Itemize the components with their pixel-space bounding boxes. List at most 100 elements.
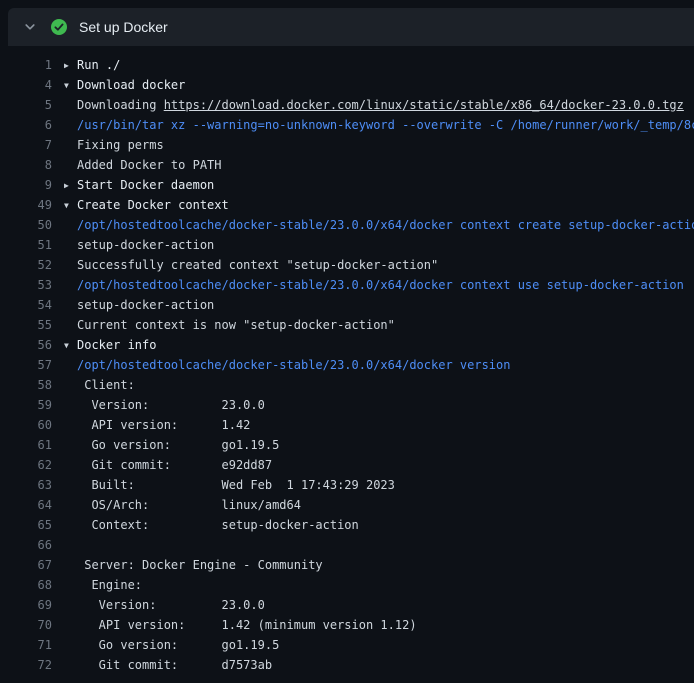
disclosure-triangle-icon: ▶ xyxy=(64,176,77,195)
line-number[interactable]: 69 xyxy=(0,595,52,615)
log-text-span: Git commit: d7573ab xyxy=(77,658,272,672)
log-text-span: Server: Docker Engine - Community xyxy=(77,558,323,572)
chevron-down-icon[interactable] xyxy=(24,21,36,33)
line-number[interactable]: 9 xyxy=(0,175,52,195)
log-text-span: Download docker xyxy=(77,78,185,92)
log-text-span: /usr/bin/tar xz --warning=no-unknown-key… xyxy=(77,118,694,132)
line-number[interactable]: 54 xyxy=(0,295,52,315)
line-number[interactable]: 66 xyxy=(0,535,52,555)
log-line: 64 OS/Arch: linux/amd64 xyxy=(0,495,694,515)
log-line: 56 ▼Docker info xyxy=(0,335,694,355)
line-number[interactable]: 7 xyxy=(0,135,52,155)
step-header[interactable]: Set up Docker xyxy=(8,8,694,46)
log-text: Version: 23.0.0 xyxy=(64,395,265,415)
log-group-header[interactable]: ▼Download docker xyxy=(64,75,185,95)
log-line: 54 setup-docker-action xyxy=(0,295,694,315)
log-text-span: /opt/hostedtoolcache/docker-stable/23.0.… xyxy=(77,278,684,292)
line-number[interactable]: 53 xyxy=(0,275,52,295)
log-text: setup-docker-action xyxy=(64,235,214,255)
log-text-span: Go version: go1.19.5 xyxy=(77,438,279,452)
log-text-span: Engine: xyxy=(77,578,142,592)
line-number[interactable]: 57 xyxy=(0,355,52,375)
log-line: 49 ▼Create Docker context xyxy=(0,195,694,215)
log-line: 53/opt/hostedtoolcache/docker-stable/23.… xyxy=(0,275,694,295)
line-number[interactable]: 50 xyxy=(0,215,52,235)
log-text-span: Version: 23.0.0 xyxy=(77,598,265,612)
line-number[interactable]: 70 xyxy=(0,615,52,635)
log-text-span: Built: Wed Feb 1 17:43:29 2023 xyxy=(77,478,395,492)
log-text-span: Git commit: e92dd87 xyxy=(77,458,272,472)
log-text: Server: Docker Engine - Community xyxy=(64,555,323,575)
line-number[interactable]: 67 xyxy=(0,555,52,575)
line-number[interactable]: 71 xyxy=(0,635,52,655)
line-number[interactable]: 68 xyxy=(0,575,52,595)
log-line: 70 API version: 1.42 (minimum version 1.… xyxy=(0,615,694,635)
line-number[interactable]: 56 xyxy=(0,335,52,355)
line-number[interactable]: 65 xyxy=(0,515,52,535)
log-text-span: OS/Arch: linux/amd64 xyxy=(77,498,301,512)
log-text-span: /opt/hostedtoolcache/docker-stable/23.0.… xyxy=(77,218,694,232)
line-number[interactable]: 64 xyxy=(0,495,52,515)
log-text-span: Fixing perms xyxy=(77,138,164,152)
log-group-header[interactable]: ▼Docker info xyxy=(64,335,156,355)
log-text-span: Go version: go1.19.5 xyxy=(77,638,279,652)
line-number[interactable]: 60 xyxy=(0,415,52,435)
log-text: Go version: go1.19.5 xyxy=(64,435,279,455)
log-text-span: Start Docker daemon xyxy=(77,178,214,192)
log-text: /opt/hostedtoolcache/docker-stable/23.0.… xyxy=(64,215,694,235)
log-group-header[interactable]: ▶Start Docker daemon xyxy=(64,175,214,195)
log-line: 52 Successfully created context "setup-do… xyxy=(0,255,694,275)
line-number[interactable]: 59 xyxy=(0,395,52,415)
log-text: Git commit: d7573ab xyxy=(64,655,272,675)
log-text: Git commit: e92dd87 xyxy=(64,455,272,475)
line-number[interactable]: 61 xyxy=(0,435,52,455)
log-group-header[interactable]: ▶Run ./ xyxy=(64,55,120,75)
line-number[interactable]: 63 xyxy=(0,475,52,495)
log-text: Version: 23.0.0 xyxy=(64,595,265,615)
line-number[interactable]: 49 xyxy=(0,195,52,215)
line-number[interactable]: 5 xyxy=(0,95,52,115)
log-text: setup-docker-action xyxy=(64,295,214,315)
log-text: Context: setup-docker-action xyxy=(64,515,359,535)
log-text-span: Added Docker to PATH xyxy=(77,158,222,172)
line-number[interactable]: 58 xyxy=(0,375,52,395)
line-number[interactable]: 1 xyxy=(0,55,52,75)
log-text-span: API version: 1.42 (minimum version 1.12) xyxy=(77,618,417,632)
log-text: Engine: xyxy=(64,575,142,595)
log-line: 50/opt/hostedtoolcache/docker-stable/23.… xyxy=(0,215,694,235)
log-line: 1 ▶Run ./ xyxy=(0,55,694,75)
log-text-span: /opt/hostedtoolcache/docker-stable/23.0.… xyxy=(77,358,510,372)
log-line: 60 API version: 1.42 xyxy=(0,415,694,435)
log-text-span: Docker info xyxy=(77,338,156,352)
line-number[interactable]: 8 xyxy=(0,155,52,175)
log-line: 67 Server: Docker Engine - Community xyxy=(0,555,694,575)
log-text-span: setup-docker-action xyxy=(77,298,214,312)
log-text-span: API version: 1.42 xyxy=(77,418,250,432)
line-number[interactable]: 55 xyxy=(0,315,52,335)
log-text: Current context is now "setup-docker-act… xyxy=(64,315,395,335)
log-link[interactable]: https://download.docker.com/linux/static… xyxy=(164,98,684,112)
log-line: 59 Version: 23.0.0 xyxy=(0,395,694,415)
line-number[interactable]: 4 xyxy=(0,75,52,95)
line-number[interactable]: 62 xyxy=(0,455,52,475)
log-line: 57/opt/hostedtoolcache/docker-stable/23.… xyxy=(0,355,694,375)
log-line: 5Downloading https://download.docker.com… xyxy=(0,95,694,115)
log-line: 6/usr/bin/tar xz --warning=no-unknown-ke… xyxy=(0,115,694,135)
log-text-span: Client: xyxy=(77,378,135,392)
log-line: 61 Go version: go1.19.5 xyxy=(0,435,694,455)
log-text: /opt/hostedtoolcache/docker-stable/23.0.… xyxy=(64,275,684,295)
log-text-span: setup-docker-action xyxy=(77,238,214,252)
log-text-span: Successfully created context "setup-dock… xyxy=(77,258,438,272)
log-group-header[interactable]: ▼Create Docker context xyxy=(64,195,229,215)
log-text: Go version: go1.19.5 xyxy=(64,635,279,655)
log-text-span: Version: 23.0.0 xyxy=(77,398,265,412)
log-text: OS/Arch: linux/amd64 xyxy=(64,495,301,515)
line-number[interactable]: 51 xyxy=(0,235,52,255)
line-number[interactable]: 72 xyxy=(0,655,52,675)
line-number[interactable]: 52 xyxy=(0,255,52,275)
line-number[interactable]: 6 xyxy=(0,115,52,135)
log-line: 69 Version: 23.0.0 xyxy=(0,595,694,615)
log-container[interactable]: 1 ▶Run ./ 4 ▼Download docker5Downloading ht… xyxy=(0,46,694,675)
log-text: API version: 1.42 xyxy=(64,415,250,435)
log-text: Client: xyxy=(64,375,135,395)
